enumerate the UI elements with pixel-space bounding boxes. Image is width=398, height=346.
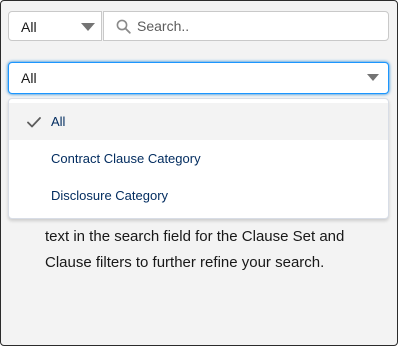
search-input[interactable] xyxy=(137,16,377,36)
help-text: text in the search field for the Clause … xyxy=(45,228,345,271)
dropdown-option-contract-clause-category[interactable]: Contract Clause Category xyxy=(9,140,388,177)
category-filter-dropdown: All Contract Clause Category Disclosure … xyxy=(8,98,389,219)
search-icon xyxy=(116,19,131,39)
check-icon xyxy=(27,116,41,131)
search-box[interactable] xyxy=(103,11,389,41)
category-filter-value: All xyxy=(21,70,37,86)
dropdown-option-label: Contract Clause Category xyxy=(51,151,201,166)
chevron-down-icon xyxy=(367,74,379,81)
dropdown-option-label: Disclosure Category xyxy=(51,188,169,203)
chevron-down-icon xyxy=(81,23,95,31)
dropdown-option-disclosure-category[interactable]: Disclosure Category xyxy=(9,177,388,214)
scope-select-value: All xyxy=(21,19,37,35)
dropdown-option-label: All xyxy=(51,114,66,129)
dropdown-option-all[interactable]: All xyxy=(9,103,388,140)
clause-filter-panel: All All text in the search field for the… xyxy=(0,0,398,346)
category-filter-select[interactable]: All xyxy=(8,62,389,94)
scope-select[interactable]: All xyxy=(8,11,102,41)
